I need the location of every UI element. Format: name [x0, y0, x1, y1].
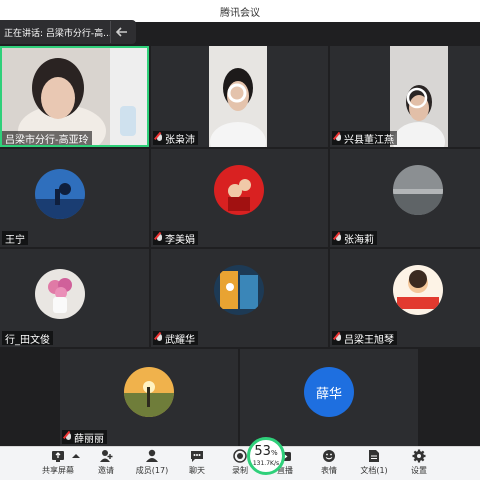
mic-muted-icon: [156, 233, 163, 243]
video-grid: 吕梁市分行-高亚玲 张枭沛 兴县董江燕 王宁 李美娟 张海莉 行_田文俊 武耀华…: [0, 46, 480, 446]
share-screen-icon: [51, 449, 65, 463]
mic-muted-icon: [335, 233, 342, 243]
chat-button[interactable]: 聊天: [175, 449, 219, 479]
participant-avatar: [393, 265, 443, 315]
caret-up-icon: [69, 449, 83, 463]
mic-muted-icon: [156, 133, 163, 143]
video-tile[interactable]: 李美娟: [151, 149, 328, 247]
participant-name-tag: 吕梁王旭琴: [332, 331, 397, 346]
settings-button[interactable]: 设置: [397, 449, 441, 479]
smiley-icon: [322, 449, 336, 463]
record-icon: [233, 449, 247, 463]
video-tile[interactable]: 张枭沛: [151, 46, 328, 147]
share-options-caret[interactable]: [70, 449, 82, 479]
network-rate: 131.7K/s: [252, 459, 280, 467]
participant-name-tag: 兴县董江燕: [332, 131, 397, 146]
video-tile[interactable]: 行_田文俊: [0, 249, 149, 347]
mic-muted-icon: [335, 333, 342, 343]
mic-muted-icon: [156, 333, 163, 343]
return-arrow-icon[interactable]: [110, 21, 132, 43]
mic-muted-icon: [335, 133, 342, 143]
video-tile[interactable]: 武耀华: [151, 249, 328, 347]
video-tile[interactable]: 薛丽丽: [60, 349, 238, 446]
window-titlebar: 腾讯会议: [0, 0, 480, 22]
reactions-button[interactable]: 表情: [307, 449, 351, 479]
invite-icon: [99, 449, 113, 463]
participant-name-tag: 张枭沛: [153, 131, 198, 146]
video-tile[interactable]: 吕梁王旭琴: [330, 249, 480, 347]
chat-icon: [190, 449, 204, 463]
video-tile[interactable]: 张海莉: [330, 149, 480, 247]
members-button[interactable]: 成员(17): [130, 449, 174, 479]
video-tile-speaker[interactable]: 吕梁市分行-高亚玲: [0, 46, 149, 147]
invite-button[interactable]: 邀请: [84, 449, 128, 479]
participant-avatar: [214, 165, 264, 215]
meeting-toolbar: 共享屏幕 邀请 成员(17) 聊天 录制 直播 表情 文档(1) 设置: [0, 446, 480, 480]
window-title: 腾讯会议: [220, 8, 260, 19]
active-speaker-banner[interactable]: 正在讲话: 吕梁市分行-高...: [0, 20, 136, 44]
participant-name-tag: 行_田文俊: [2, 331, 53, 346]
participant-avatar: [124, 367, 174, 417]
video-tile[interactable]: 王宁: [0, 149, 149, 247]
mic-muted-icon: [65, 432, 72, 442]
participant-name-tag: 薛丽丽: [62, 430, 107, 445]
video-tile[interactable]: 兴县董江燕: [330, 46, 480, 147]
documents-button[interactable]: 文档(1): [352, 449, 396, 479]
network-percent: 53%: [254, 443, 278, 459]
participant-name-tag: 张海莉: [332, 231, 377, 246]
active-speaker-text: 正在讲话: 吕梁市分行-高...: [4, 28, 110, 39]
participant-name-tag: 吕梁市分行-高亚玲: [2, 131, 92, 146]
gear-icon: [412, 449, 426, 463]
participant-avatar: [393, 165, 443, 215]
participant-name-tag: 李美娟: [153, 231, 198, 246]
participant-name-tag: 王宁: [2, 231, 28, 246]
participant-avatar: [35, 169, 85, 219]
document-icon: [367, 449, 381, 463]
members-icon: [145, 449, 159, 463]
network-status-badge[interactable]: 53% 131.7K/s: [247, 437, 285, 475]
participant-avatar: 薛华: [304, 367, 354, 417]
participant-name-tag: 武耀华: [153, 331, 198, 346]
participant-avatar: [214, 265, 264, 315]
participant-avatar: [35, 269, 85, 319]
video-tile[interactable]: 薛华: [240, 349, 418, 446]
